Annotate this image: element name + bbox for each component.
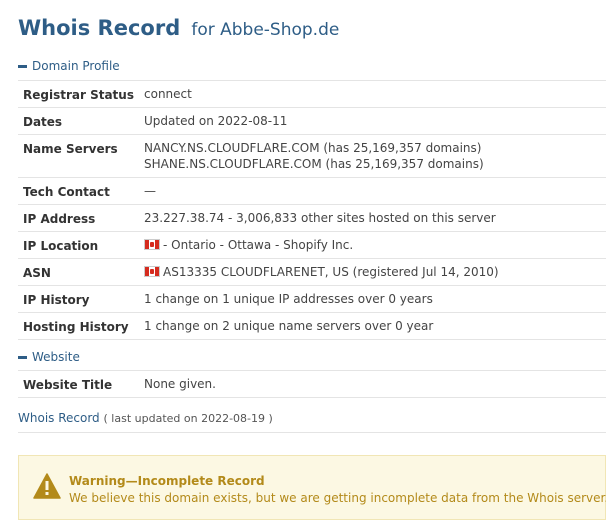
domain-profile-table: Registrar Status connect Dates Updated on 2… <box>18 80 606 340</box>
collapse-minus-icon <box>18 64 27 68</box>
row-label: IP Location <box>23 239 99 253</box>
domain-profile-heading: Domain Profile <box>32 59 120 73</box>
warning-title: Warning—Incomplete Record <box>69 474 265 488</box>
row-value-text: 1 change on 2 unique name servers over 0… <box>144 319 434 333</box>
row-value: None given. <box>144 377 216 393</box>
divider <box>18 432 606 433</box>
row-value-line: 23.227.38.74 - 3,006,833 other sites hos… <box>144 211 496 227</box>
warning-triangle-icon <box>33 473 61 499</box>
row-value-text: — <box>144 184 156 198</box>
page-title: Whois Record for Abbe-Shop.de <box>18 16 339 40</box>
row-label: ASN <box>23 266 51 280</box>
table-row: IP Location - Ontario - Ottawa - Shopify … <box>18 231 606 258</box>
table-row: Name Servers NANCY.NS.CLOUDFLARE.COM (has… <box>18 134 606 177</box>
row-label: IP Address <box>23 212 96 226</box>
row-value: — <box>144 184 156 200</box>
row-value: 23.227.38.74 - 3,006,833 other sites hos… <box>144 211 496 227</box>
canada-flag-icon <box>144 266 160 277</box>
row-value-text: SHANE.NS.CLOUDFLARE.COM (has 25,169,357 … <box>144 157 484 171</box>
website-table: Website Title None given. <box>18 370 606 398</box>
row-value-text: Updated on 2022-08-11 <box>144 114 288 128</box>
table-row: Dates Updated on 2022-08-11 <box>18 107 606 134</box>
collapse-minus-icon <box>18 355 27 359</box>
table-row: Tech Contact — <box>18 177 606 204</box>
row-value-line: AS13335 CLOUDFLARENET, US (registered Ju… <box>144 265 499 281</box>
table-row: ASN AS13335 CLOUDFLARENET, US (registered… <box>18 258 606 285</box>
canada-flag-icon <box>144 239 160 250</box>
row-value-line: — <box>144 184 156 200</box>
row-value-text: 1 change on 1 unique IP addresses over 0… <box>144 292 433 306</box>
table-row: IP Address 23.227.38.74 - 3,006,833 other… <box>18 204 606 231</box>
row-label: Hosting History <box>23 320 129 334</box>
row-value-line: connect <box>144 87 192 103</box>
row-value-text: NANCY.NS.CLOUDFLARE.COM (has 25,169,357 … <box>144 141 482 155</box>
warning-box: Warning—Incomplete Record We believe thi… <box>18 455 606 520</box>
row-value: 1 change on 1 unique IP addresses over 0… <box>144 292 433 308</box>
table-row: Website Title None given. <box>18 370 606 397</box>
row-value: 1 change on 2 unique name servers over 0… <box>144 319 433 335</box>
row-value-line: None given. <box>144 377 216 393</box>
whois-record-heading: Whois Record ( last updated on 2022-08-1… <box>18 411 273 425</box>
row-value-text: - Ontario - Ottawa - Shopify Inc. <box>163 238 354 252</box>
row-value: AS13335 CLOUDFLARENET, US (registered Ju… <box>144 265 499 281</box>
row-value-text: AS13335 CLOUDFLARENET, US (registered Ju… <box>163 265 499 279</box>
row-value: NANCY.NS.CLOUDFLARE.COM (has 25,169,357 … <box>144 141 484 173</box>
row-value-line: 1 change on 1 unique IP addresses over 0… <box>144 292 433 308</box>
row-label: IP History <box>23 293 90 307</box>
row-value-text: 23.227.38.74 - 3,006,833 other sites hos… <box>144 211 496 225</box>
row-value-line: NANCY.NS.CLOUDFLARE.COM (has 25,169,357 … <box>144 141 484 157</box>
divider <box>18 397 606 398</box>
page-title-domain: for Abbe-Shop.de <box>191 20 340 40</box>
domain-profile-toggle[interactable]: Domain Profile <box>18 59 120 73</box>
table-row: Registrar Status connect <box>18 80 606 107</box>
website-heading: Website <box>32 350 80 364</box>
divider <box>18 339 606 340</box>
row-value-line: Updated on 2022-08-11 <box>144 114 287 130</box>
whois-last-updated: ( last updated on 2022-08-19 ) <box>103 412 273 425</box>
row-value-line: SHANE.NS.CLOUDFLARE.COM (has 25,169,357 … <box>144 157 484 173</box>
table-row: IP History 1 change on 1 unique IP addres… <box>18 285 606 312</box>
row-value-text: connect <box>144 87 192 101</box>
row-value-text: None given. <box>144 377 216 391</box>
warning-message: We believe this domain exists, but we ar… <box>69 491 606 505</box>
row-label: Name Servers <box>23 142 118 156</box>
table-row: Hosting History 1 change on 2 unique name… <box>18 312 606 339</box>
website-toggle[interactable]: Website <box>18 350 80 364</box>
row-label: Registrar Status <box>23 88 134 102</box>
row-value-line: 1 change on 2 unique name servers over 0… <box>144 319 433 335</box>
row-label: Dates <box>23 115 63 129</box>
row-value: Updated on 2022-08-11 <box>144 114 287 130</box>
row-value: - Ontario - Ottawa - Shopify Inc. <box>144 238 353 254</box>
row-value-line: - Ontario - Ottawa - Shopify Inc. <box>144 238 353 254</box>
page-title-main: Whois Record <box>18 16 181 40</box>
whois-record-link[interactable]: Whois Record <box>18 411 100 425</box>
row-value: connect <box>144 87 192 103</box>
row-label: Tech Contact <box>23 185 110 199</box>
row-label: Website Title <box>23 378 113 392</box>
